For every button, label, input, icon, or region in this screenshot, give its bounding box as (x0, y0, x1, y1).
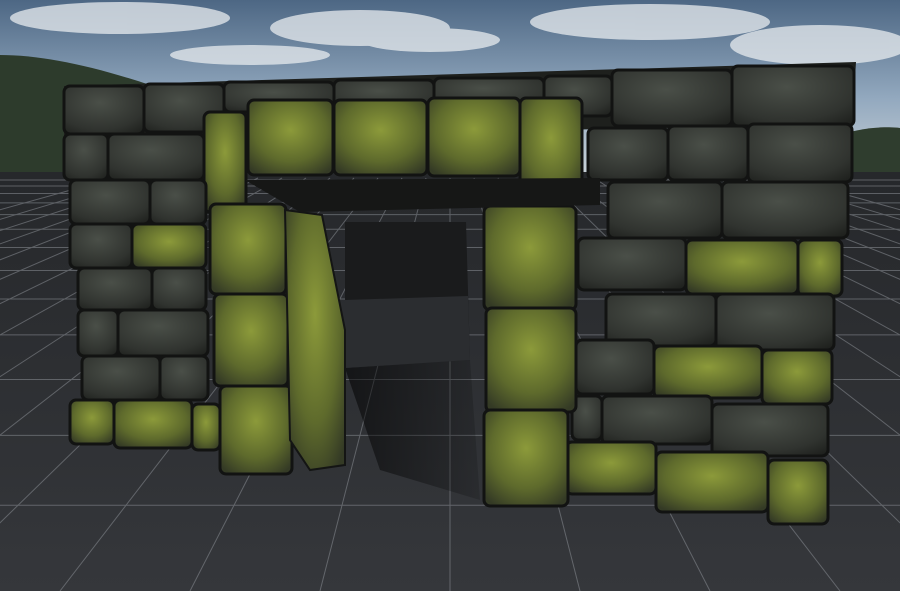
mossy-stone-block (796, 238, 844, 298)
mossy-stone-block (130, 222, 208, 270)
stone-block (148, 178, 208, 226)
stone-block (604, 292, 718, 348)
stone-block (62, 132, 110, 182)
scene-canvas[interactable] (0, 0, 900, 591)
stone-block (62, 84, 146, 136)
stone-block (606, 180, 724, 240)
doorway-far-floor (345, 296, 470, 368)
stone-block (158, 354, 210, 402)
stone-block (730, 64, 856, 128)
stone-block (106, 132, 206, 182)
mossy-stone-block (482, 408, 570, 508)
mossy-stone-block (426, 96, 522, 178)
stone-block (68, 222, 134, 270)
stone-block (150, 266, 208, 312)
game-viewport[interactable] (0, 0, 900, 591)
mossy-stone-block (112, 398, 194, 450)
mossy-stone-block (190, 402, 222, 452)
stone-block (574, 338, 656, 396)
mossy-stone-block (212, 292, 290, 388)
stone-block (714, 292, 836, 352)
stone-block (746, 122, 854, 184)
mossy-stone-block (482, 204, 578, 312)
mossy-stone-block (332, 98, 429, 177)
mossy-stone-block (218, 384, 294, 476)
mossy-stone-block (246, 98, 335, 177)
mossy-stone-block (654, 450, 770, 514)
mossy-stone-block (484, 306, 578, 414)
mossy-stone-block (68, 398, 116, 446)
stone-block (600, 394, 714, 446)
mossy-stone-block (766, 458, 830, 526)
stone-block (80, 354, 162, 402)
stone-block (610, 68, 734, 128)
mossy-stone-block (208, 202, 288, 296)
stone-block (68, 178, 152, 226)
stone-block (666, 124, 750, 182)
mossy-stone-block (652, 344, 764, 400)
mossy-stone-block (202, 110, 248, 214)
stone-block (76, 308, 120, 358)
stone-block (586, 126, 670, 182)
stone-block (720, 180, 850, 240)
stone-block (576, 236, 688, 292)
mossy-stone-block (564, 440, 658, 496)
stone-block (710, 402, 830, 458)
stone-block (76, 266, 154, 312)
mossy-stone-block (760, 348, 834, 406)
stone-block (116, 308, 210, 358)
mossy-stone-block (684, 238, 800, 296)
